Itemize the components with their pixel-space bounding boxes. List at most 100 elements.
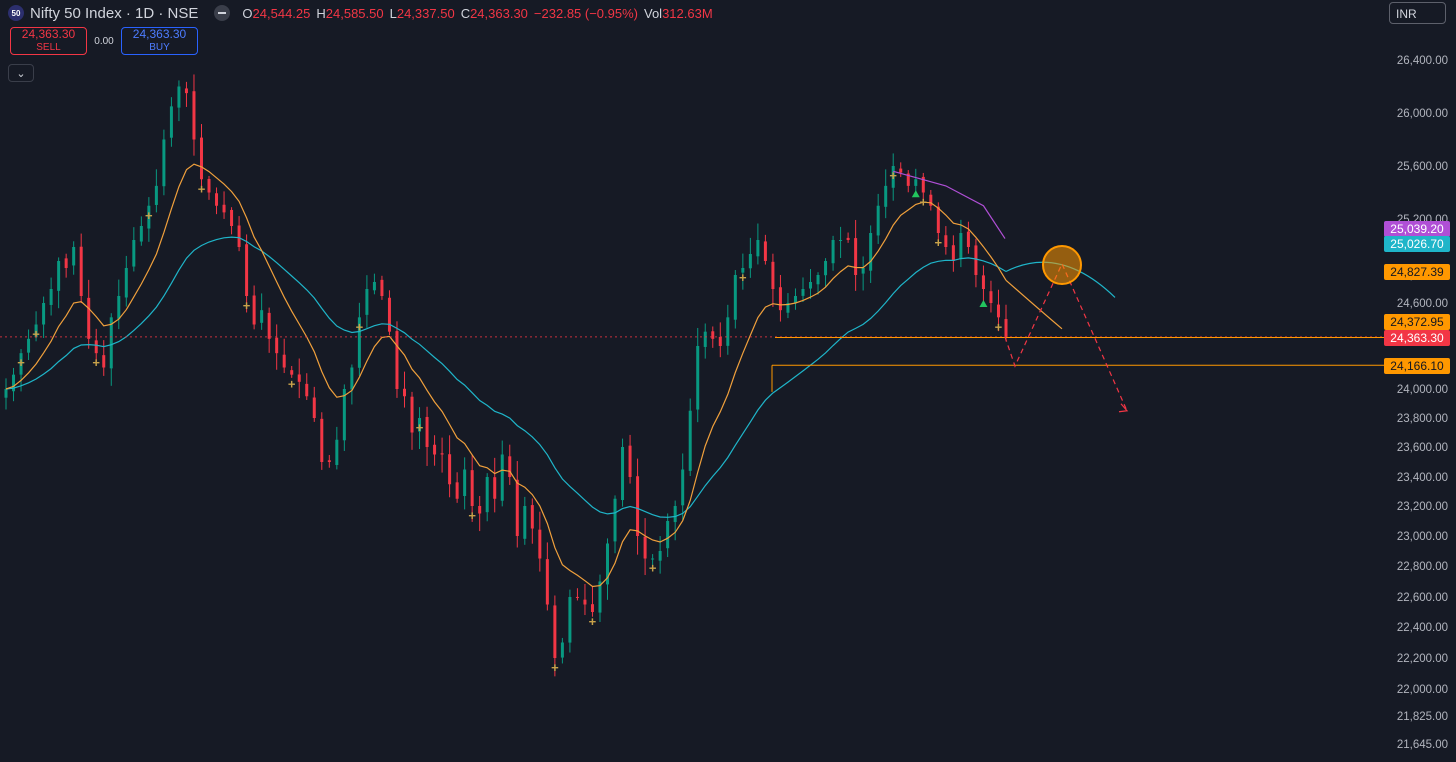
candle-body <box>1004 319 1008 337</box>
candle-body <box>380 279 384 296</box>
buy-label: BUY <box>149 42 170 53</box>
collapse-button[interactable]: ⌄ <box>8 64 34 82</box>
plus-marker: + <box>649 561 657 576</box>
candle-body <box>395 331 399 389</box>
y-axis-tick-label: 22,800.00 <box>1397 561 1448 573</box>
candle-body <box>974 245 978 275</box>
plus-marker: + <box>416 420 424 435</box>
nifty-logo-icon: 50 <box>8 5 24 21</box>
y-axis-tick-label: 24,600.00 <box>1397 298 1448 310</box>
candle-body <box>297 374 301 382</box>
trend-line-purple <box>893 170 1006 239</box>
plus-marker: + <box>145 208 153 223</box>
spread-value: 0.00 <box>94 36 114 47</box>
buy-button[interactable]: 24,363.30 BUY <box>121 27 198 55</box>
candle-body <box>951 245 955 261</box>
candle-body <box>613 498 617 542</box>
candle-body <box>530 505 534 529</box>
candle-body <box>538 529 542 559</box>
candle-body <box>688 410 692 471</box>
candle-body <box>222 204 226 213</box>
candle-body <box>478 505 482 514</box>
candle-body <box>27 338 31 353</box>
price-tag-label: 25,026.70 <box>1390 237 1444 251</box>
plus-marker: + <box>919 195 927 210</box>
candle-body <box>523 506 527 539</box>
candle-body <box>154 185 158 205</box>
candle-body <box>117 296 121 319</box>
candle-body <box>681 469 685 506</box>
candle-body <box>192 91 196 140</box>
candle-body <box>290 370 294 375</box>
candle-body <box>673 506 677 523</box>
y-axis-tick-label: 22,200.00 <box>1397 653 1448 665</box>
minus-icon <box>218 12 227 14</box>
candle-body <box>778 287 782 311</box>
y-axis-tick-label: 21,825.00 <box>1397 711 1448 723</box>
price-chart[interactable]: 26,400.0026,000.0025,600.0025,200.0024,8… <box>0 0 1456 762</box>
high-value: 24,585.50 <box>325 5 384 21</box>
candle-body <box>350 367 354 390</box>
candle-body <box>560 642 564 658</box>
candle-body <box>275 337 279 354</box>
candle-body <box>252 295 256 325</box>
y-axis-tick-label: 23,200.00 <box>1397 501 1448 513</box>
candle-body <box>425 416 429 447</box>
price-tag-label: 24,166.10 <box>1390 359 1444 373</box>
candle-body <box>245 244 249 296</box>
candle-body <box>590 604 594 612</box>
candle-body <box>49 289 53 305</box>
plus-marker: + <box>32 327 40 342</box>
price-tag-label: 24,363.30 <box>1390 331 1444 345</box>
candle-body <box>966 231 970 247</box>
candle-body <box>756 240 760 257</box>
candle-body <box>816 275 820 285</box>
candle-body <box>365 289 369 315</box>
candle-body <box>410 396 414 433</box>
candle-body <box>433 444 437 455</box>
candle-body <box>989 291 993 303</box>
candle-body <box>801 289 805 296</box>
plus-marker: + <box>356 319 364 334</box>
plus-marker: + <box>468 508 476 523</box>
currency-selector[interactable]: INR <box>1389 2 1446 24</box>
high-label: H <box>316 5 326 21</box>
trade-panel: 24,363.30 SELL 0.00 24,363.30 BUY <box>0 27 198 55</box>
hide-legend-button[interactable] <box>214 5 231 21</box>
triangle-up-marker <box>979 300 988 307</box>
candle-body <box>583 599 587 605</box>
candle-body <box>440 453 444 455</box>
candle-body <box>568 597 572 643</box>
candle-body <box>207 178 211 193</box>
symbol-title[interactable]: Nifty 50 Index · 1D · NSE <box>30 5 198 22</box>
price-tag-label: 24,372.95 <box>1390 315 1444 329</box>
candle-body <box>79 246 83 296</box>
candle-body <box>215 193 219 206</box>
low-label: L <box>389 5 397 21</box>
change-value: −232.85 (−0.95%) <box>533 5 638 21</box>
buy-price: 24,363.30 <box>132 27 187 41</box>
close-label: C <box>460 5 471 21</box>
candle-body <box>64 258 68 268</box>
candle-body <box>162 139 166 187</box>
ema-fast-extension <box>1005 279 1063 330</box>
plus-marker: + <box>198 181 206 196</box>
candle-body <box>726 317 730 346</box>
candle-body <box>981 275 985 289</box>
candle-body <box>831 240 835 264</box>
candle-body <box>237 225 241 247</box>
candle-body <box>230 209 234 226</box>
y-axis-tick-label: 26,400.00 <box>1397 55 1448 67</box>
candle-body <box>448 454 452 485</box>
candle-body <box>666 521 670 549</box>
candle-body <box>102 355 106 368</box>
candle-body <box>545 559 549 605</box>
sell-button[interactable]: 24,363.30 SELL <box>10 27 87 55</box>
candle-body <box>763 241 767 261</box>
y-axis-tick-label: 23,800.00 <box>1397 413 1448 425</box>
candle-body <box>854 238 858 275</box>
candle-body <box>643 536 647 559</box>
y-axis-tick-label: 25,600.00 <box>1397 161 1448 173</box>
candle-body <box>327 460 331 462</box>
candle-body <box>305 383 309 397</box>
